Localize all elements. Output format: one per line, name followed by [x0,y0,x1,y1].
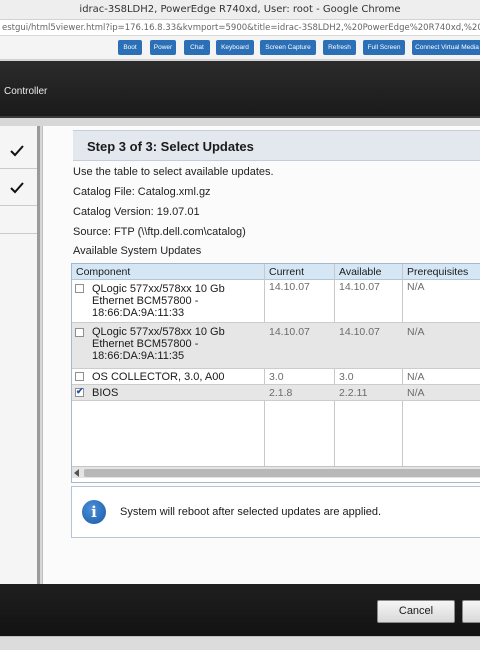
info-icon: i [82,500,106,524]
checkbox-check-icon: ✔ [76,386,84,396]
kvm-toolbar: Boot Power Chat Keyboard Screen Capture … [0,36,480,60]
boot-button[interactable]: Boot [118,40,142,55]
current-version: 3.0 [269,371,284,383]
browser-window-title: idrac-3S8LDH2, PowerEdge R740xd, User: r… [0,0,480,20]
column-header-component[interactable]: Component [76,266,130,278]
screen-capture-button[interactable]: Screen Capture [260,40,316,55]
column-header-current[interactable]: Current [269,266,304,278]
table-row[interactable]: QLogic 577xx/578xx 10 Gb Ethernet BCM578… [72,323,480,369]
table-row[interactable]: OS COLLECTOR, 3.0, A00 3.0 3.0 N/A [72,369,480,385]
sidebar-step-3[interactable] [0,206,37,234]
power-button[interactable]: Power [150,40,176,55]
row-checkbox[interactable] [75,284,84,293]
step-header: Step 3 of 3: Select Updates [73,130,480,161]
current-version: 14.10.07 [269,326,310,338]
chat-button[interactable]: Chat [184,40,210,55]
catalog-version: Catalog Version: 19.07.01 [73,206,200,218]
refresh-button[interactable]: Refresh [323,40,356,55]
component-name: QLogic 577xx/578xx 10 Gb Ethernet BCM578… [92,283,225,319]
column-header-prerequisites[interactable]: Prerequisites [407,266,468,278]
column-header-available[interactable]: Available [339,266,381,278]
checkmark-icon [10,145,24,157]
catalog-file: Catalog File: Catalog.xml.gz [73,186,211,198]
available-version: 2.2.11 [339,387,368,399]
scroll-left-icon[interactable] [74,469,79,477]
current-version: 14.10.07 [269,281,310,293]
intro-text: Use the table to select available update… [73,166,274,178]
available-version: 14.10.07 [339,281,380,293]
viewer-bottom-strip [0,636,480,650]
horizontal-scrollbar[interactable] [72,466,480,478]
connect-virtual-media-button[interactable]: Connect Virtual Media [412,40,480,55]
app-header: Controller [0,61,480,118]
catalog-source: Source: FTP (\\ftp.dell.com\catalog) [73,226,246,238]
component-name: QLogic 577xx/578xx 10 Gb Ethernet BCM578… [92,326,225,362]
current-version: 2.1.8 [269,387,293,399]
component-name: BIOS [92,387,119,399]
table-row[interactable]: ✔ BIOS 2.1.8 2.2.11 N/A [72,385,480,401]
notice-message: System will reboot after selected update… [120,506,382,518]
prerequisites: N/A [407,387,425,399]
header-title: Controller [4,86,48,97]
sidebar-step-1[interactable] [0,132,37,169]
prerequisites: N/A [407,326,425,338]
next-button[interactable] [462,600,480,623]
keyboard-button[interactable]: Keyboard [216,40,254,55]
available-version: 14.10.07 [339,326,380,338]
table-header: Component Current Available Prerequisite… [72,264,480,280]
updates-table: Component Current Available Prerequisite… [71,263,480,483]
full-screen-button[interactable]: Full Screen [363,40,405,55]
reboot-notice: i System will reboot after selected upda… [71,486,480,538]
cancel-button[interactable]: Cancel [377,600,455,623]
component-name: OS COLLECTOR, 3.0, A00 [92,371,225,383]
step-title: Step 3 of 3: Select Updates [87,139,254,154]
wizard-steps-sidebar [0,126,40,584]
checkmark-icon [10,182,24,194]
wizard-panel: Step 3 of 3: Select Updates Use the tabl… [42,126,480,584]
table-row[interactable]: QLogic 577xx/578xx 10 Gb Ethernet BCM578… [72,280,480,323]
row-checkbox[interactable] [75,328,84,337]
address-bar[interactable]: estgui/html5viewer.html?ip=176.16.8.33&k… [0,20,480,36]
prerequisites: N/A [407,371,425,383]
sidebar-step-2[interactable] [0,169,37,206]
row-checkbox[interactable] [75,372,84,381]
prerequisites: N/A [407,281,425,293]
scrollbar-thumb[interactable] [84,469,480,477]
section-label: Available System Updates [73,245,202,257]
row-checkbox-checked[interactable]: ✔ [75,386,84,397]
available-version: 3.0 [339,371,354,383]
